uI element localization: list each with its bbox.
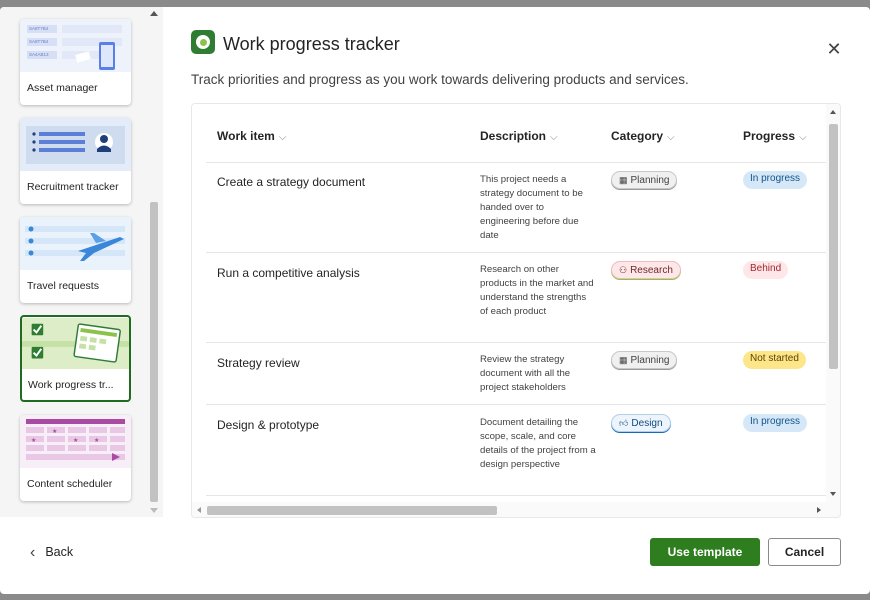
template-list: SA8T7B4 SA8T7B4 SA4AB13 Asset manager Re… — [0, 7, 163, 517]
chevron-left-icon: ‹ — [30, 544, 36, 561]
svg-text:★: ★ — [31, 437, 36, 444]
category-tag: ⚇ Research — [611, 261, 681, 279]
row-work-item[interactable]: Design & prototype — [217, 418, 319, 432]
category-label: Design — [631, 418, 663, 429]
close-icon[interactable]: ✕ — [826, 40, 842, 58]
asset-code-2: SA8T7B4 — [29, 39, 49, 44]
template-label: Recruitment tracker — [27, 181, 119, 193]
asset-code-1: SA8T7B4 — [29, 26, 49, 31]
svg-text:★: ★ — [52, 428, 57, 435]
scroll-right-arrow-icon[interactable] — [817, 507, 821, 513]
row-work-item[interactable]: Create a strategy document — [217, 175, 365, 189]
scroll-left-arrow-icon[interactable] — [197, 507, 201, 513]
content-scheduler-thumbnail: ★ ★ ★ ★ — [20, 415, 131, 468]
template-card-content-scheduler[interactable]: ★ ★ ★ ★ Content scheduler — [20, 415, 131, 501]
svg-text:★: ★ — [94, 437, 99, 444]
category-label: Planning — [630, 175, 670, 186]
category-tag: ▦ Planning — [611, 171, 678, 189]
column-header-label: Work item — [217, 129, 275, 143]
back-label: Back — [45, 545, 74, 559]
template-list-scrollbar[interactable] — [146, 7, 163, 517]
calendar-icon: ▦ — [619, 175, 628, 185]
chevron-down-icon: ⌵ — [667, 132, 675, 143]
people-icon: ⚇ — [619, 265, 628, 275]
preview-table: Work item ⌵ Description ⌵ Category ⌵ Progre… — [192, 104, 826, 502]
back-button[interactable]: ‹ Back — [30, 544, 73, 562]
column-header-label: Progress — [743, 129, 796, 143]
calendar-icon: ▦ — [619, 355, 628, 365]
divider — [206, 342, 826, 343]
work-progress-thumbnail — [22, 317, 129, 370]
scroll-up-arrow-icon[interactable] — [830, 110, 836, 114]
template-label: Work progress tr... — [28, 379, 114, 391]
column-header-work-item[interactable]: Work item ⌵ — [217, 129, 286, 143]
column-header-description[interactable]: Description ⌵ — [480, 129, 558, 143]
work-progress-app-icon — [191, 30, 215, 54]
chevron-down-icon: ⌵ — [550, 132, 558, 143]
column-header-category[interactable]: Category ⌵ — [611, 129, 675, 143]
scrollbar-thumb[interactable] — [207, 506, 497, 515]
row-work-item[interactable]: Strategy review — [217, 356, 300, 370]
preview-horizontal-scrollbar[interactable] — [192, 502, 826, 517]
svg-text:★: ★ — [73, 437, 78, 444]
category-label: Planning — [630, 355, 670, 366]
scroll-up-arrow-icon[interactable] — [150, 11, 158, 16]
category-tag: 👍︎ Design — [611, 414, 671, 432]
progress-badge: Not started — [743, 351, 806, 369]
row-work-item[interactable]: Run a competitive analysis — [217, 266, 360, 280]
asset-code-3: SA4AB13 — [29, 52, 49, 57]
category-label: Research — [630, 265, 673, 276]
dialog-description: Track priorities and progress as you wor… — [191, 72, 689, 87]
divider — [206, 404, 826, 405]
scrollbar-thumb[interactable] — [829, 124, 838, 369]
progress-badge: Behind — [743, 261, 789, 279]
template-label: Content scheduler — [27, 478, 113, 490]
dialog-title: Work progress tracker — [223, 34, 400, 54]
template-preview: Work item ⌵ Description ⌵ Category ⌵ Progre… — [191, 103, 841, 518]
divider — [206, 495, 826, 496]
recruitment-thumbnail — [20, 118, 131, 171]
template-card-travel-requests[interactable]: Travel requests — [20, 217, 131, 303]
cancel-button[interactable]: Cancel — [768, 538, 841, 566]
chevron-down-icon: ⌵ — [278, 132, 287, 143]
row-description: Review the strategy document with all th… — [480, 354, 571, 393]
column-header-label: Description — [480, 129, 547, 143]
column-header-label: Category — [611, 129, 664, 143]
category-tag: ▦ Planning — [611, 351, 678, 369]
template-card-work-progress-tracker[interactable]: Work progress tr... — [20, 315, 131, 402]
column-header-progress[interactable]: Progress ⌵ — [743, 129, 807, 143]
template-card-recruitment-tracker[interactable]: Recruitment tracker — [20, 118, 131, 204]
progress-badge: In progress — [743, 171, 808, 189]
divider — [206, 252, 826, 253]
template-dialog: SA8T7B4 SA8T7B4 SA4AB13 Asset manager Re… — [0, 7, 870, 594]
use-template-button[interactable]: Use template — [650, 538, 760, 566]
template-label: Asset manager — [27, 82, 98, 94]
template-label: Travel requests — [27, 280, 99, 292]
scroll-down-arrow-icon[interactable] — [830, 492, 836, 496]
progress-badge: In progress — [743, 414, 808, 432]
row-description: Research on other products in the market… — [480, 264, 594, 317]
scrollbar-thumb[interactable] — [150, 202, 158, 502]
row-description: Document detailing the scope, scale, and… — [480, 417, 596, 470]
scroll-down-arrow-icon[interactable] — [150, 508, 158, 513]
travel-thumbnail — [20, 217, 131, 270]
preview-vertical-scrollbar[interactable] — [826, 104, 840, 502]
chevron-down-icon: ⌵ — [799, 132, 807, 143]
template-card-asset-manager[interactable]: SA8T7B4 SA8T7B4 SA4AB13 Asset manager — [20, 19, 131, 105]
row-description: This project needs a strategy document t… — [480, 174, 583, 241]
divider — [206, 162, 826, 163]
thumbs-up-icon: 👍︎ — [619, 418, 629, 428]
